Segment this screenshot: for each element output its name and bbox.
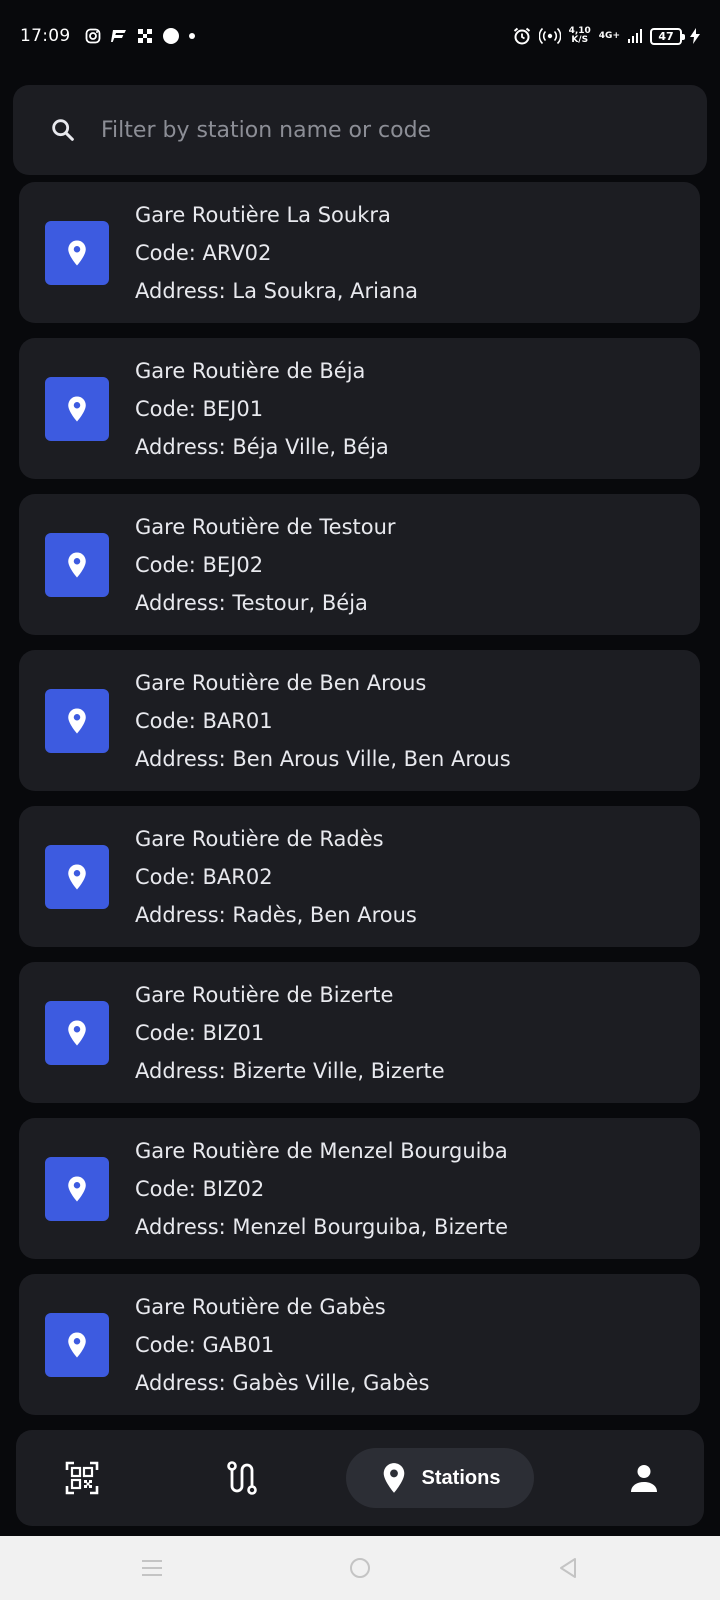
location-pin-icon	[68, 396, 86, 421]
station-code: Code: BIZ02	[135, 1176, 265, 1201]
station-code: Code: BAR02	[135, 864, 273, 889]
station-code: Code: BEJ01	[135, 396, 264, 421]
station-icon-box	[45, 1000, 109, 1065]
station-address: Address: Testour, Béja	[135, 590, 368, 615]
station-icon-box	[45, 1156, 109, 1221]
instagram-icon	[85, 28, 100, 44]
battery-icon: 47	[650, 27, 685, 45]
station-code: Code: BIZ01	[135, 1020, 265, 1045]
back-icon[interactable]	[556, 1556, 580, 1580]
route-icon	[227, 1461, 257, 1495]
search-icon	[52, 119, 74, 141]
home-icon[interactable]	[348, 1556, 372, 1580]
system-indicators: 4,10 K/S 4G+ 47	[513, 27, 700, 45]
station-card[interactable]: Gare Routière de Radès Code: BAR02 Addre…	[19, 806, 700, 947]
location-pin-icon	[68, 864, 86, 889]
circle-notification-icon	[162, 28, 179, 44]
charging-icon	[690, 28, 700, 44]
bottom-navigation: Stations	[16, 1430, 704, 1526]
nav-scan-button[interactable]	[54, 1448, 110, 1508]
station-icon-box	[45, 376, 109, 441]
station-code: Code: BEJ02	[135, 552, 264, 577]
station-card[interactable]: Gare Routière de Testour Code: BEJ02 Add…	[19, 494, 700, 635]
status-time: 17:09	[20, 26, 71, 46]
station-address: Address: Gabès Ville, Gabès	[135, 1370, 430, 1395]
nav-routes-button[interactable]	[214, 1448, 270, 1508]
nav-profile-button[interactable]	[616, 1448, 672, 1508]
station-icon-box	[45, 1312, 109, 1377]
station-card[interactable]: Gare Routière de Béja Code: BEJ01 Addres…	[19, 338, 700, 479]
more-notifications-icon	[188, 33, 195, 39]
menu-icon[interactable]	[140, 1556, 164, 1580]
station-code: Code: BAR01	[135, 708, 273, 733]
location-pin-icon	[68, 708, 86, 733]
nav-stations-label: Stations	[421, 1466, 501, 1489]
station-card[interactable]: Gare Routière de Bizerte Code: BIZ01 Add…	[19, 962, 700, 1103]
station-icon-box	[45, 688, 109, 753]
nav-stations-tab[interactable]: Stations	[346, 1448, 534, 1508]
station-address: Address: Menzel Bourguiba, Bizerte	[135, 1214, 509, 1239]
station-icon-box	[45, 844, 109, 909]
hotspot-icon	[538, 27, 561, 45]
status-bar: 17:09 4,10 K/S 4G+ 47	[0, 0, 720, 72]
grid-app-icon	[137, 29, 152, 43]
station-card[interactable]: Gare Routière de Ben Arous Code: BAR01 A…	[19, 650, 700, 791]
system-navigation-bar	[0, 1536, 720, 1600]
station-card[interactable]: Gare Routière de Gabès Code: GAB01 Addre…	[19, 1274, 700, 1415]
location-pin-icon	[68, 1020, 86, 1045]
network-type: 4G+	[598, 31, 620, 41]
alarm-icon	[513, 27, 530, 45]
station-address: Address: La Soukra, Ariana	[135, 278, 419, 303]
station-name: Gare Routière de Gabès	[135, 1294, 386, 1319]
station-address: Address: Radès, Ben Arous	[135, 902, 417, 927]
location-pin-icon	[383, 1463, 404, 1493]
station-name: Gare Routière de Testour	[135, 514, 396, 539]
qr-scan-icon	[65, 1461, 99, 1495]
station-code: Code: GAB01	[135, 1332, 275, 1357]
station-icon-box	[45, 220, 109, 285]
station-name: Gare Routière de Ben Arous	[135, 670, 427, 695]
station-name: Gare Routière de Bizerte	[135, 982, 394, 1007]
station-icon-box	[45, 532, 109, 597]
signal-icon	[628, 29, 642, 43]
network-speed: 4,10 K/S	[568, 26, 591, 45]
location-pin-icon	[68, 240, 86, 265]
station-address: Address: Béja Ville, Béja	[135, 434, 389, 459]
station-card[interactable]: Gare Routière de Menzel Bourguiba Code: …	[19, 1118, 700, 1259]
station-name: Gare Routière de Menzel Bourguiba	[135, 1138, 508, 1163]
search-bar[interactable]	[13, 85, 707, 175]
station-code: Code: ARV02	[135, 240, 272, 265]
notification-icons	[85, 28, 195, 44]
station-name: Gare Routière de Radès	[135, 826, 384, 851]
location-pin-icon	[68, 552, 86, 577]
station-card[interactable]: Gare Routière La Soukra Code: ARV02 Addr…	[19, 182, 700, 323]
station-address: Address: Ben Arous Ville, Ben Arous	[135, 746, 511, 771]
location-pin-icon	[68, 1176, 86, 1201]
station-address: Address: Bizerte Ville, Bizerte	[135, 1058, 445, 1083]
app-f-icon	[110, 30, 126, 42]
station-name: Gare Routière de Béja	[135, 358, 366, 383]
station-list: Gare Routière La Soukra Code: ARV02 Addr…	[19, 182, 700, 1430]
person-icon	[631, 1465, 657, 1492]
station-name: Gare Routière La Soukra	[135, 202, 391, 227]
search-input[interactable]	[101, 117, 661, 143]
location-pin-icon	[68, 1332, 86, 1357]
